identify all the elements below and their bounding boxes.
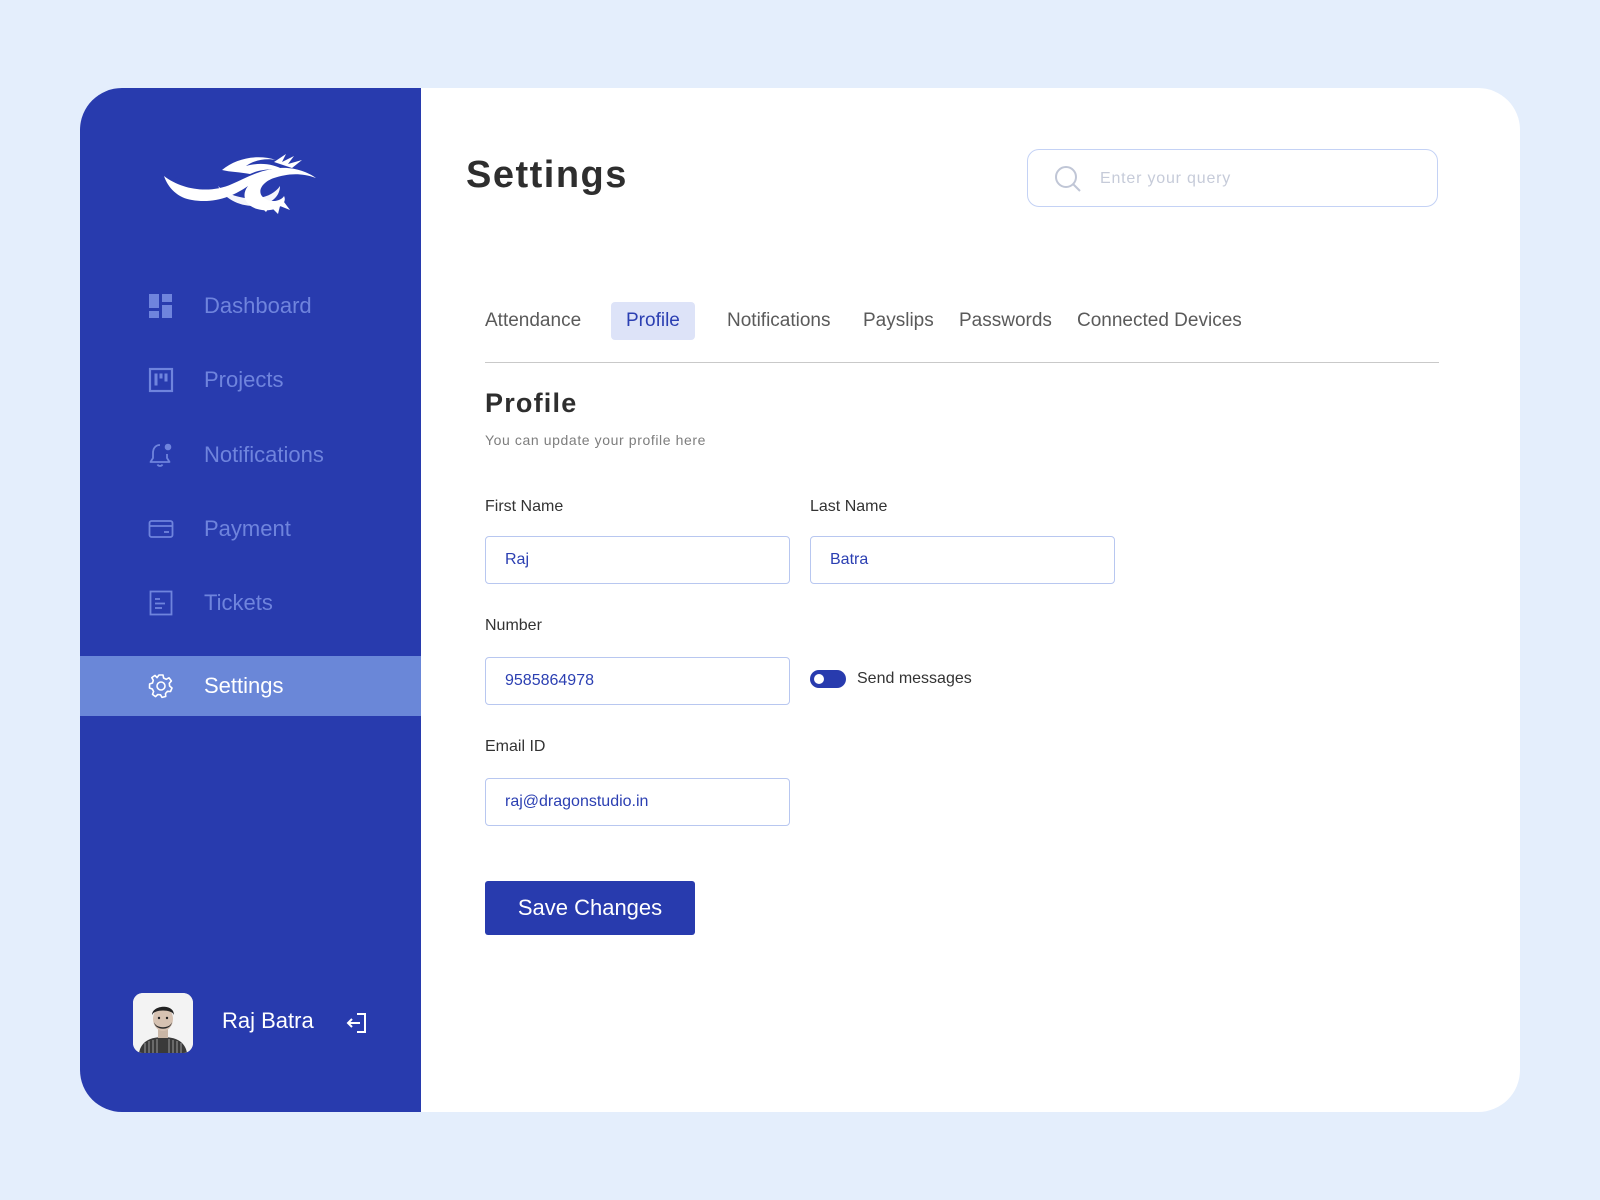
ticket-document-icon <box>148 590 174 616</box>
app-window: Dashboard Projects Notifications Payment… <box>80 88 1520 1112</box>
gear-icon <box>148 673 174 699</box>
dashboard-icon <box>148 293 174 319</box>
sidebar-item-label: Dashboard <box>204 293 312 318</box>
tab-payslips[interactable]: Payslips <box>863 302 934 340</box>
send-messages-label: Send messages <box>857 670 972 687</box>
first-name-label: First Name <box>485 498 564 515</box>
last-name-field[interactable] <box>810 536 1115 584</box>
email-field[interactable] <box>485 778 790 826</box>
tab-divider <box>485 362 1439 363</box>
search-icon <box>1054 165 1082 193</box>
tab-passwords[interactable]: Passwords <box>959 302 1052 340</box>
sidebar-item-payment[interactable]: Payment <box>80 499 421 559</box>
sidebar-item-label: Projects <box>204 367 284 392</box>
section-subtitle: You can update your profile here <box>485 432 707 448</box>
sidebar-item-label: Payment <box>204 516 291 541</box>
projects-board-icon <box>148 367 174 393</box>
avatar[interactable] <box>133 993 193 1053</box>
number-label: Number <box>485 617 542 634</box>
save-changes-button[interactable]: Save Changes <box>485 881 695 935</box>
email-label: Email ID <box>485 738 546 755</box>
number-field[interactable] <box>485 657 790 705</box>
sidebar-item-projects[interactable]: Projects <box>80 350 421 410</box>
sidebar-item-label: Tickets <box>204 590 273 615</box>
sidebar-item-dashboard[interactable]: Dashboard <box>80 276 421 336</box>
toggle-knob <box>814 674 824 684</box>
tab-connected-devices[interactable]: Connected Devices <box>1077 302 1242 340</box>
sidebar: Dashboard Projects Notifications Payment… <box>80 88 421 1112</box>
tab-profile[interactable]: Profile <box>611 302 695 340</box>
user-name: Raj Batra <box>222 1008 314 1033</box>
send-messages-toggle[interactable] <box>810 670 846 688</box>
card-icon <box>148 516 174 542</box>
bell-icon <box>148 442 174 468</box>
user-profile: Raj Batra <box>133 993 383 1053</box>
page-title: Settings <box>466 154 628 196</box>
sidebar-item-label: Settings <box>204 673 284 698</box>
tab-notifications[interactable]: Notifications <box>727 302 831 340</box>
search-input[interactable] <box>1098 158 1422 200</box>
sidebar-item-notifications[interactable]: Notifications <box>80 425 421 485</box>
section-title: Profile <box>485 388 578 418</box>
sidebar-item-label: Notifications <box>204 442 324 467</box>
tab-attendance[interactable]: Attendance <box>485 302 581 340</box>
search-box[interactable] <box>1027 149 1438 207</box>
last-name-label: Last Name <box>810 498 888 515</box>
wave-dragon-logo <box>162 148 322 218</box>
first-name-field[interactable] <box>485 536 790 584</box>
sidebar-item-settings[interactable]: Settings <box>80 656 421 716</box>
logout-icon[interactable] <box>345 1011 369 1035</box>
sidebar-item-tickets[interactable]: Tickets <box>80 573 421 633</box>
